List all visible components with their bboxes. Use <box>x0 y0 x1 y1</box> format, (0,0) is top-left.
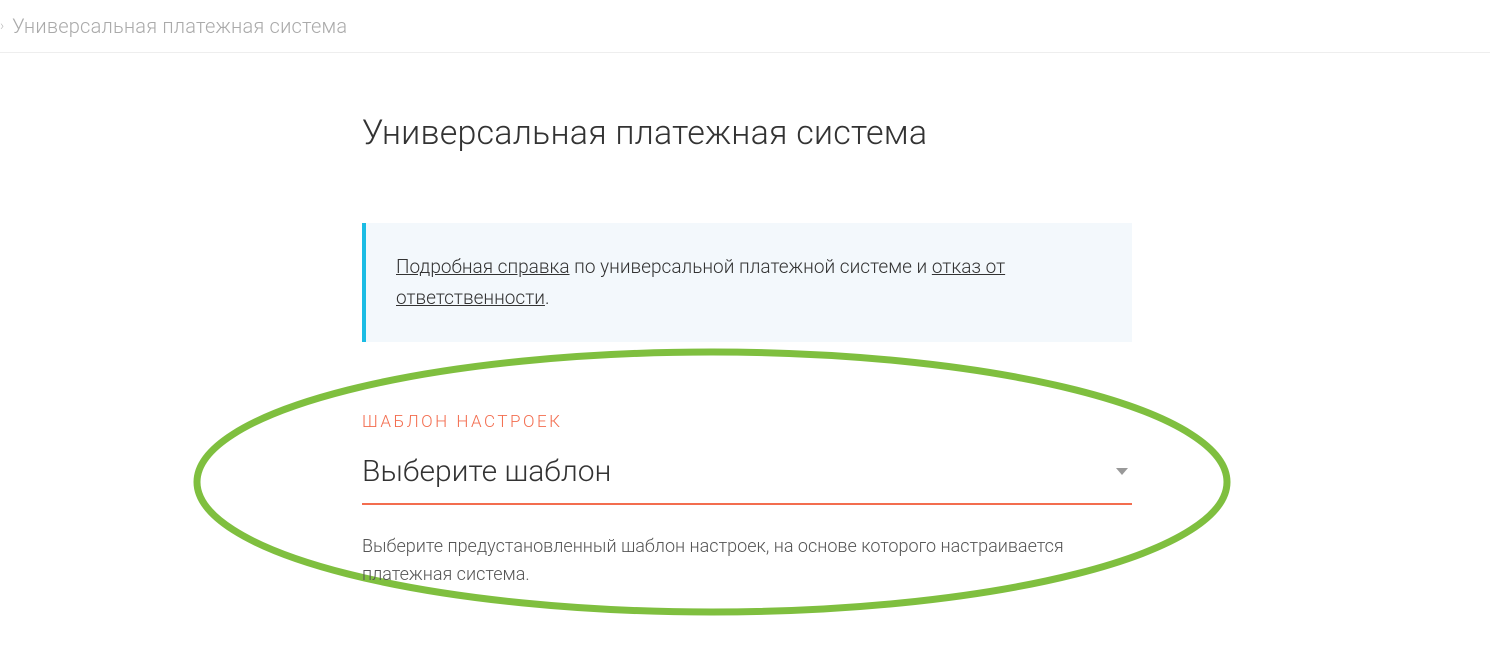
info-box: Подробная справка по универсальной плате… <box>362 223 1132 342</box>
info-middle: по универсальной платежной системе и <box>570 255 932 278</box>
breadcrumb-current[interactable]: Универсальная платежная система <box>12 14 347 38</box>
template-select-placeholder: Выберите шаблон <box>362 454 611 489</box>
template-select[interactable]: Выберите шаблон <box>362 454 1132 505</box>
template-field-section: ШАБЛОН НАСТРОЕК Выберите шаблон Выберите… <box>362 412 1132 591</box>
template-field-label: ШАБЛОН НАСТРОЕК <box>362 412 1132 432</box>
detailed-help-link[interactable]: Подробная справка <box>396 255 570 278</box>
breadcrumb: › Универсальная платежная система <box>0 0 1490 53</box>
page-title: Универсальная платежная система <box>362 113 1132 153</box>
main-content: Универсальная платежная система Подробна… <box>362 53 1132 590</box>
info-text: Подробная справка по универсальной плате… <box>396 251 1102 314</box>
chevron-down-icon <box>1116 468 1128 475</box>
info-end: . <box>545 286 550 309</box>
template-field-help: Выберите предустановленный шаблон настро… <box>362 533 1112 591</box>
breadcrumb-arrow-icon: › <box>0 19 4 33</box>
